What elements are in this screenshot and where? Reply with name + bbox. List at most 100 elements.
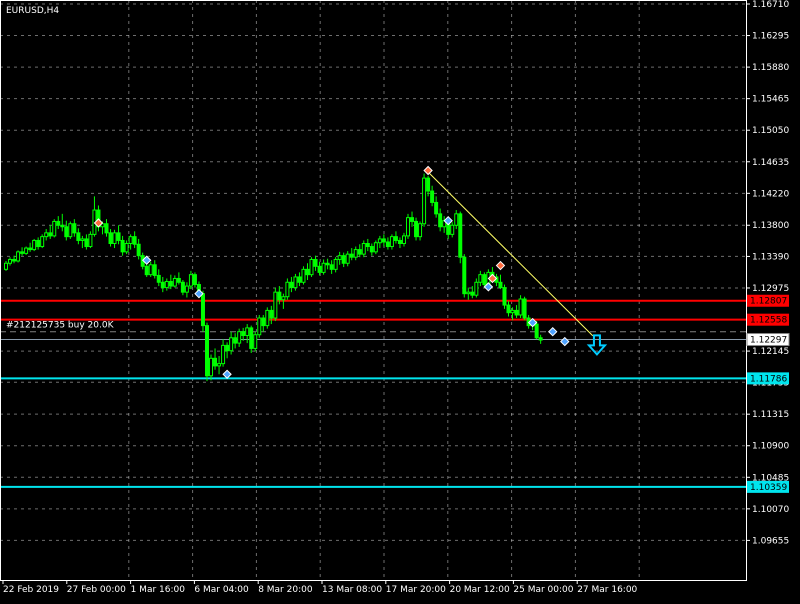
candle-body — [68, 223, 73, 238]
level-tag-label: 1.12807 — [750, 297, 787, 307]
x-tick-label: 1 Mar 16:00 — [131, 585, 186, 595]
candle-body — [462, 256, 467, 295]
level-tag-label: 1.10359 — [750, 483, 787, 493]
buy-marker — [560, 336, 570, 347]
candle-body — [112, 232, 117, 244]
candle-body — [176, 277, 181, 283]
x-tick-label: 27 Feb 00:00 — [67, 585, 126, 595]
level-tag-label: 1.11786 — [750, 374, 787, 384]
price-chart[interactable]: #212125735 buy 20.0K 1.16710 1.16295 1.158… — [0, 0, 800, 600]
candle-body — [393, 236, 398, 241]
candle-body — [506, 304, 511, 314]
y-tick-label: 1.16710 — [752, 0, 789, 10]
candle-body — [333, 258, 338, 270]
buy-marker-diamond — [222, 369, 232, 379]
candle-body — [72, 223, 77, 234]
candle-body — [518, 298, 523, 316]
candle-body — [510, 309, 515, 314]
y-tick-label: 1.14220 — [752, 189, 789, 199]
axes: 1.16710 1.16295 1.15880 1.15465 1.15050 1.146… — [0, 0, 789, 595]
candle-body — [373, 242, 378, 253]
candle-body — [478, 274, 483, 283]
buy-marker — [548, 326, 558, 337]
candle-body — [192, 274, 197, 286]
buy-marker-diamond — [560, 336, 570, 347]
candle-body — [285, 281, 290, 298]
candle-body — [317, 265, 322, 273]
candle-body — [36, 239, 41, 248]
candle-body — [309, 258, 314, 276]
y-tick-label: 1.15880 — [752, 63, 789, 73]
x-tick-label: 8 Mar 20:00 — [258, 585, 313, 595]
candle-body — [48, 232, 53, 237]
y-tick-label: 1.09655 — [752, 536, 789, 546]
candle-body — [229, 337, 234, 352]
candle-body — [80, 238, 85, 241]
candle-body — [217, 363, 222, 367]
candle-body — [273, 291, 278, 319]
candle-body — [249, 327, 254, 349]
candle-body — [132, 236, 137, 245]
candle-body — [466, 291, 471, 295]
candle-body — [233, 337, 238, 344]
candle-body — [84, 238, 89, 248]
current-price-tag-label: 1.12297 — [750, 336, 787, 346]
candle-body — [261, 317, 266, 327]
candle-body — [180, 281, 185, 293]
y-tick-label: 1.14635 — [752, 158, 789, 168]
candle-body — [148, 264, 153, 276]
candle-body — [337, 255, 342, 260]
candle-body — [450, 224, 455, 235]
y-tick-label: 1.10070 — [752, 505, 789, 515]
candle-body — [401, 235, 406, 244]
candle-body — [32, 239, 37, 251]
candle-body — [426, 177, 431, 192]
candle-body — [116, 232, 121, 241]
candle-body — [353, 249, 358, 258]
x-tick-label: 27 Mar 16:00 — [577, 585, 637, 595]
order-line-label: #212125735 buy 20.0K — [6, 321, 115, 331]
candle-body — [534, 323, 539, 339]
candle-body — [156, 274, 161, 283]
candle-body — [237, 331, 242, 344]
candle-body — [289, 281, 294, 289]
candle-body — [20, 251, 25, 254]
candle-body — [160, 281, 165, 289]
candle-body — [301, 268, 306, 283]
candle-body — [349, 253, 354, 258]
candle-body — [128, 236, 133, 244]
candle-body — [538, 337, 543, 341]
candle-body — [397, 239, 402, 244]
candle-body — [414, 220, 419, 238]
candle-body — [64, 226, 69, 238]
buy-marker-diamond — [548, 326, 558, 337]
candle-body — [430, 190, 435, 203]
candle-body — [422, 177, 427, 225]
candle-body — [418, 223, 423, 238]
candle-body — [152, 264, 157, 276]
candle-body — [410, 217, 415, 222]
y-tick-label: 1.13390 — [752, 252, 789, 262]
candle-body — [498, 281, 503, 289]
y-tick-label: 1.11315 — [752, 410, 789, 420]
price-labels: 1.12807 1.12558 1.11786 1.10359 1.12297 — [746, 294, 790, 493]
candle-body — [454, 213, 459, 226]
x-tick-label: 20 Mar 12:00 — [450, 585, 510, 595]
candle-body — [168, 281, 173, 287]
candle-body — [88, 233, 93, 248]
candle-body — [361, 242, 366, 255]
candle-body — [213, 357, 218, 367]
candle-body — [281, 296, 286, 301]
candle-body — [297, 276, 302, 283]
sell-marker — [495, 260, 506, 271]
y-tick-label: 1.15050 — [752, 126, 789, 136]
grid — [0, 0, 746, 580]
candle-body — [40, 236, 45, 248]
candle-body — [245, 327, 250, 336]
candle-body — [12, 258, 17, 262]
candle-body — [28, 247, 33, 251]
candle-body — [205, 325, 209, 377]
candle-body — [124, 242, 129, 253]
candle-body — [458, 213, 463, 258]
overlays — [93, 165, 608, 379]
